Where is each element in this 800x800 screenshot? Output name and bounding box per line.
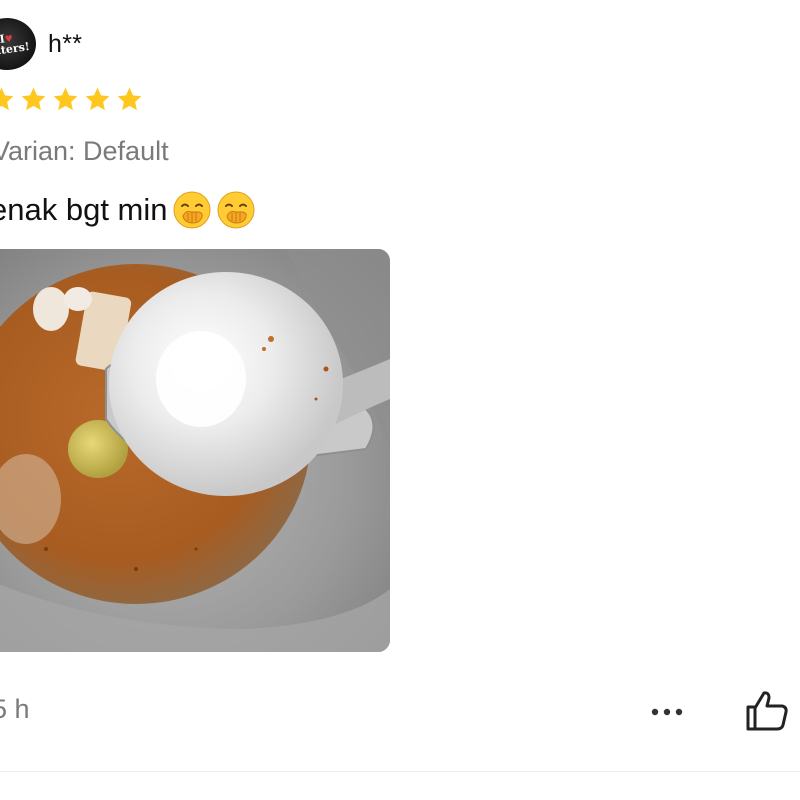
hand-over-mouth-emoji-icon xyxy=(173,191,210,229)
star-icon xyxy=(85,87,110,111)
hand-over-mouth-emoji-icon xyxy=(217,191,254,229)
review-comment: enak bgt min xyxy=(0,190,256,230)
review-card: I♥ haters! h** Varian: Default enak bgt … xyxy=(0,0,800,800)
avatar[interactable]: I♥ haters! xyxy=(0,18,36,70)
avatar-logo-text: I♥ haters! xyxy=(0,31,31,59)
star-icon xyxy=(0,87,14,111)
divider xyxy=(0,771,800,772)
more-options-button[interactable] xyxy=(643,694,691,730)
variant-label: Varian: Default xyxy=(0,136,169,166)
review-photo[interactable] xyxy=(0,249,390,652)
food-photo-image xyxy=(0,249,390,652)
star-icon xyxy=(53,87,78,111)
reviewer-name[interactable]: h** xyxy=(48,30,82,59)
star-icon xyxy=(117,87,142,111)
review-timestamp: 5 h xyxy=(0,694,30,724)
star-rating xyxy=(0,86,143,113)
thumbs-up-icon xyxy=(746,691,788,731)
star-icon xyxy=(21,87,46,111)
review-comment-text: enak bgt min xyxy=(0,192,168,227)
like-button[interactable] xyxy=(740,684,794,738)
more-options-icon xyxy=(651,708,683,716)
reviewer-header: I♥ haters! h** xyxy=(0,18,82,70)
